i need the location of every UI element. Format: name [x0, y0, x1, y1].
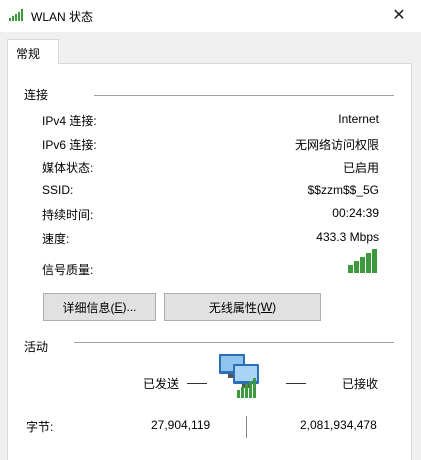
wireless-properties-button[interactable]: 无线属性(W): [164, 293, 321, 321]
wireless-button-label-prefix: 无线属性(: [208, 300, 261, 315]
tab-panel-general: 连接 IPv4 连接: Internet IPv6 连接: 无网络访问权限 媒体…: [7, 63, 412, 460]
bytes-sent-value: 27,904,119: [151, 418, 211, 432]
bytes-separator: [246, 416, 247, 438]
network-activity-icon: [219, 354, 259, 398]
signal-bar: [372, 249, 377, 273]
tab-general-label: 常规: [16, 47, 41, 61]
window-title: WLAN 状态: [31, 10, 94, 24]
ipv4-label: IPv4 连接:: [42, 114, 97, 128]
media-state-label: 媒体状态:: [42, 161, 94, 175]
connection-section-title: 连接: [24, 88, 49, 102]
details-button-label-suffix: )...: [122, 300, 137, 314]
duration-value: 00:24:39: [332, 206, 379, 220]
activity-divider: [74, 342, 394, 343]
close-icon: ✕: [392, 7, 406, 24]
dialog-body: 常规 连接 IPv4 连接: Internet IPv6 连接: 无网络访问权限…: [0, 32, 421, 460]
sent-dash: [187, 383, 207, 384]
signal-bar: [366, 253, 371, 273]
ssid-value: $$zzm$$_5G: [307, 183, 379, 197]
ipv6-label: IPv6 连接:: [42, 138, 97, 152]
connection-divider: [94, 95, 394, 96]
ssid-label: SSID:: [42, 183, 74, 197]
bytes-label: 字节:: [26, 420, 54, 434]
close-button[interactable]: ✕: [377, 0, 421, 30]
details-button-label-prefix: 详细信息(: [62, 300, 115, 315]
ipv6-value: 无网络访问权限: [294, 138, 379, 152]
details-button[interactable]: 详细信息(E)...: [43, 293, 156, 321]
speed-label: 速度:: [42, 232, 70, 246]
tab-general[interactable]: 常规: [7, 39, 59, 64]
wireless-button-label-suffix: ): [272, 300, 277, 314]
duration-label: 持续时间:: [42, 208, 94, 222]
sent-label: 已发送: [143, 377, 180, 391]
speed-value: 433.3 Mbps: [316, 230, 379, 244]
wireless-button-accesskey: W: [260, 300, 273, 314]
bytes-received-value: 2,081,934,478: [300, 418, 377, 432]
signal-bar: [348, 265, 353, 273]
signal-strength-icon: [348, 249, 377, 273]
details-button-accesskey: E: [114, 300, 123, 314]
signal-quality-label: 信号质量:: [42, 263, 94, 277]
title-bar: WLAN 状态 ✕: [0, 0, 421, 32]
received-dash: [286, 383, 306, 384]
wifi-signal-icon: [9, 9, 23, 21]
ipv4-value: Internet: [338, 112, 379, 126]
received-label: 已接收: [342, 377, 379, 391]
signal-bar: [360, 257, 365, 273]
media-state-value: 已启用: [342, 161, 379, 175]
signal-bar: [354, 261, 359, 273]
activity-section-title: 活动: [24, 340, 49, 354]
